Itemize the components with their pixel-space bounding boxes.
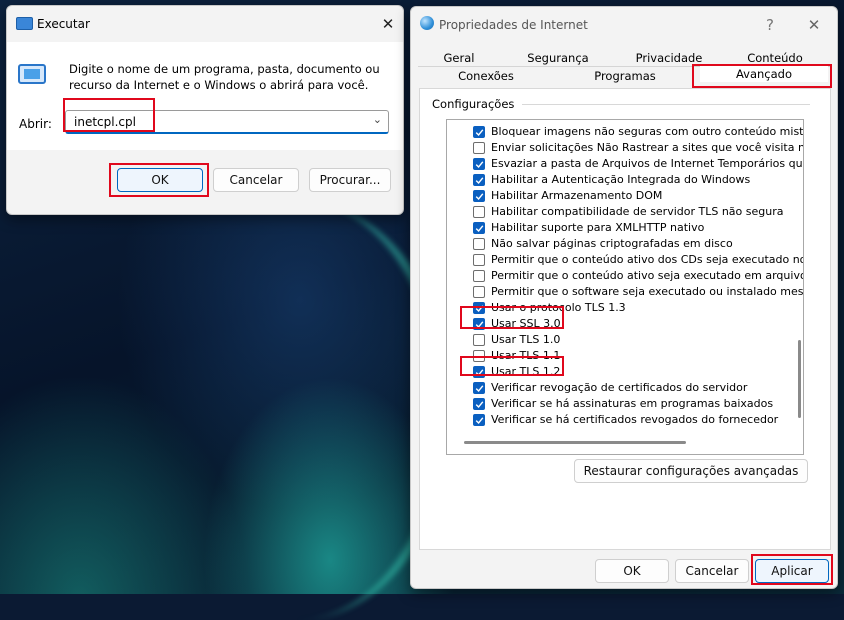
setting-label: Permitir que o software seja executado o… — [491, 285, 804, 298]
setting-checkbox[interactable] — [473, 398, 485, 410]
tab-geral[interactable]: Geral — [420, 50, 498, 66]
highlight-ssl30 — [460, 306, 564, 329]
tab-programas[interactable]: Programas — [556, 68, 694, 84]
setting-label: Habilitar a Autenticação Integrada do Wi… — [491, 173, 751, 186]
highlight-ok-button — [109, 163, 209, 197]
setting-checkbox[interactable] — [473, 174, 485, 186]
group-divider — [522, 104, 810, 105]
setting-checkbox[interactable] — [473, 270, 485, 282]
setting-checkbox[interactable] — [473, 142, 485, 154]
run-app-icon — [16, 17, 33, 30]
setting-label: Verificar revogação de certificados do s… — [491, 381, 748, 394]
run-title: Executar — [37, 17, 90, 31]
setting-checkbox[interactable] — [473, 382, 485, 394]
highlight-apply-button — [751, 554, 833, 585]
checkmark-icon — [475, 161, 484, 169]
setting-label: Enviar solicitações Não Rastrear a sites… — [491, 141, 804, 154]
ip-titlebar: Propriedades de Internet ? ✕ — [411, 7, 837, 43]
checkmark-icon — [475, 401, 484, 409]
ok-button[interactable]: OK — [595, 559, 669, 583]
ip-title: Propriedades de Internet — [439, 18, 588, 32]
setting-checkbox[interactable] — [473, 222, 485, 234]
highlight-advanced-tab — [692, 64, 832, 88]
open-label: Abrir: — [19, 117, 52, 131]
cancel-button[interactable]: Cancelar — [675, 559, 749, 583]
setting-checkbox[interactable] — [473, 254, 485, 266]
checkmark-icon — [475, 385, 484, 393]
tab-seguranca[interactable]: Segurança — [516, 50, 600, 66]
checkmark-icon — [475, 417, 484, 425]
setting-label: Esvaziar a pasta de Arquivos de Internet… — [491, 157, 804, 170]
setting-label: Usar TLS 1.0 — [491, 333, 561, 346]
setting-checkbox[interactable] — [473, 334, 485, 346]
setting-checkbox[interactable] — [473, 238, 485, 250]
setting-checkbox[interactable] — [473, 206, 485, 218]
help-icon[interactable]: ? — [755, 13, 785, 37]
run-program-icon — [18, 64, 48, 86]
setting-label: Verificar se há certificados revogados d… — [491, 413, 779, 426]
checkmark-icon — [475, 225, 484, 233]
checkmark-icon — [475, 177, 484, 185]
checkmark-icon — [475, 193, 484, 201]
globe-icon — [420, 16, 434, 30]
setting-checkbox[interactable] — [473, 126, 485, 138]
run-titlebar: Executar ✕ — [7, 6, 403, 42]
run-body: Digite o nome de um programa, pasta, doc… — [7, 42, 403, 150]
cancel-button[interactable]: Cancelar — [213, 168, 299, 192]
highlight-tls12 — [460, 356, 564, 376]
run-description-line2: recurso da Internet e o Windows o abrirá… — [69, 78, 369, 92]
wallpaper-swirl — [140, 200, 454, 620]
highlight-open-input — [63, 98, 155, 132]
setting-checkbox[interactable] — [473, 414, 485, 426]
chevron-down-icon[interactable]: ⌄ — [373, 113, 382, 126]
setting-label: Permitir que o conteúdo ativo seja execu… — [491, 269, 803, 282]
settings-group-label: Configurações — [432, 97, 515, 111]
restore-advanced-button[interactable]: Restaurar configurações avançadas — [574, 459, 808, 483]
setting-checkbox[interactable] — [473, 286, 485, 298]
setting-label: Permitir que o conteúdo ativo dos CDs se… — [491, 253, 804, 266]
horizontal-scrollbar[interactable] — [464, 441, 686, 444]
run-description-line1: Digite o nome de um programa, pasta, doc… — [69, 62, 380, 76]
setting-checkbox[interactable] — [473, 158, 485, 170]
vertical-scrollbar[interactable] — [798, 340, 801, 418]
setting-checkbox[interactable] — [473, 190, 485, 202]
internet-properties-dialog: Propriedades de Internet ? ✕ Geral Segur… — [410, 6, 838, 589]
setting-label: Bloquear imagens não seguras com outro c… — [491, 125, 804, 138]
tab-conexoes[interactable]: Conexões — [420, 68, 552, 84]
settings-list[interactable]: Bloquear imagens não seguras com outro c… — [446, 119, 804, 455]
setting-label: Verificar se há assinaturas em programas… — [491, 397, 774, 410]
close-icon[interactable]: ✕ — [799, 13, 829, 37]
browse-button[interactable]: Procurar... — [309, 168, 391, 192]
setting-label: Habilitar suporte para XMLHTTP nativo — [491, 221, 705, 234]
setting-label: Habilitar Armazenamento DOM — [491, 189, 663, 202]
checkmark-icon — [475, 129, 484, 137]
setting-label: Não salvar páginas criptografadas em dis… — [491, 237, 733, 250]
setting-label: Habilitar compatibilidade de servidor TL… — [491, 205, 784, 218]
close-icon[interactable]: ✕ — [373, 12, 403, 36]
